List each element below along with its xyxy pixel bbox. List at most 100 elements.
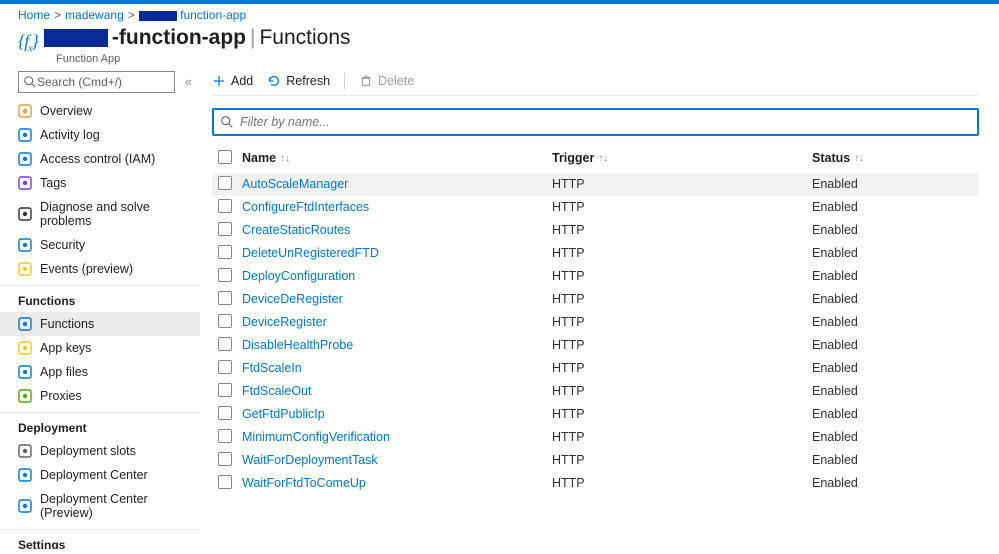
sidebar-item-label: Overview: [40, 104, 92, 118]
row-checkbox[interactable]: [218, 337, 232, 351]
filter-field[interactable]: [240, 115, 971, 129]
row-checkbox[interactable]: [218, 291, 232, 305]
table-row[interactable]: WaitForFtdToComeUpHTTPEnabled: [212, 472, 979, 495]
function-trigger: HTTP: [552, 430, 812, 444]
function-name-link[interactable]: CreateStaticRoutes: [242, 223, 350, 237]
sidebar-item-proxies[interactable]: Proxies: [0, 384, 200, 408]
table-row[interactable]: DisableHealthProbeHTTPEnabled: [212, 334, 979, 357]
function-status: Enabled: [812, 246, 973, 260]
select-all-checkbox[interactable]: [218, 150, 232, 164]
table-row[interactable]: FtdScaleInHTTPEnabled: [212, 357, 979, 380]
breadcrumb-current[interactable]: function-app: [139, 8, 246, 22]
table-row[interactable]: ConfigureFtdInterfacesHTTPEnabled: [212, 196, 979, 219]
table-row[interactable]: AutoScaleManagerHTTPEnabled: [212, 173, 979, 196]
deployment-center-icon: [18, 468, 32, 482]
function-name-link[interactable]: FtdScaleOut: [242, 384, 311, 398]
refresh-button[interactable]: Refresh: [267, 74, 330, 88]
function-name-link[interactable]: WaitForFtdToComeUp: [242, 476, 366, 490]
sidebar-item-functions[interactable]: Functions: [0, 312, 200, 336]
sidebar-item-label: Deployment Center: [40, 468, 148, 482]
function-name-link[interactable]: DeviceRegister: [242, 315, 327, 329]
function-app-icon: {fx}: [18, 31, 38, 55]
app-keys-icon: [18, 341, 32, 355]
function-name-link[interactable]: MinimumConfigVerification: [242, 430, 390, 444]
sidebar-item-diagnose-and-solve-problems[interactable]: Diagnose and solve problems: [0, 195, 200, 233]
sidebar-item-events-preview-[interactable]: Events (preview): [0, 257, 200, 281]
app-files-icon: [18, 365, 32, 379]
row-checkbox[interactable]: [218, 199, 232, 213]
function-name-link[interactable]: ConfigureFtdInterfaces: [242, 200, 369, 214]
table-row[interactable]: FtdScaleOutHTTPEnabled: [212, 380, 979, 403]
row-checkbox[interactable]: [218, 383, 232, 397]
table-row[interactable]: GetFtdPublicIp HTTPEnabled: [212, 403, 979, 426]
search-icon: [220, 115, 234, 129]
function-name-link[interactable]: DeleteUnRegisteredFTD: [242, 246, 379, 260]
row-checkbox[interactable]: [218, 268, 232, 282]
title-divider: |: [250, 26, 255, 50]
row-checkbox[interactable]: [218, 314, 232, 328]
table-row[interactable]: CreateStaticRoutesHTTPEnabled: [212, 219, 979, 242]
sidebar-item-deployment-center[interactable]: Deployment Center: [0, 463, 200, 487]
add-button[interactable]: Add: [212, 74, 253, 88]
row-checkbox[interactable]: [218, 222, 232, 236]
plus-icon: [212, 74, 226, 88]
sidebar-item-label: App files: [40, 365, 88, 379]
function-status: Enabled: [812, 407, 973, 421]
filter-input[interactable]: [212, 108, 979, 136]
sidebar-item-activity-log[interactable]: Activity log: [0, 123, 200, 147]
sidebar-search-placeholder: Search (Cmd+/): [37, 75, 122, 89]
table-row[interactable]: DeleteUnRegisteredFTDHTTPEnabled: [212, 242, 979, 265]
function-name-link[interactable]: DeviceDeRegister: [242, 292, 343, 306]
row-checkbox[interactable]: [218, 406, 232, 420]
function-trigger: HTTP: [552, 407, 812, 421]
table-body: AutoScaleManagerHTTPEnabledConfigureFtdI…: [212, 173, 979, 549]
sidebar-item-overview[interactable]: Overview: [0, 99, 200, 123]
collapse-sidebar-button[interactable]: «: [181, 74, 196, 89]
table-row[interactable]: DeployConfigurationHTTPEnabled: [212, 265, 979, 288]
refresh-icon: [267, 74, 281, 88]
activity-log-icon: [18, 128, 32, 142]
row-checkbox[interactable]: [218, 245, 232, 259]
sidebar-item-app-files[interactable]: App files: [0, 360, 200, 384]
row-checkbox[interactable]: [218, 475, 232, 489]
function-trigger: HTTP: [552, 338, 812, 352]
breadcrumb-parent[interactable]: madewang: [65, 8, 124, 22]
row-checkbox[interactable]: [218, 452, 232, 466]
row-checkbox[interactable]: [218, 360, 232, 374]
sidebar-item-security[interactable]: Security: [0, 233, 200, 257]
sidebar-item-tags[interactable]: Tags: [0, 171, 200, 195]
sidebar-search-input[interactable]: Search (Cmd+/): [18, 71, 175, 93]
sidebar-group-title: Settings: [0, 529, 200, 549]
column-header-status[interactable]: Status↑↓: [812, 151, 973, 165]
sidebar-item-access-control-iam-[interactable]: Access control (IAM): [0, 147, 200, 171]
function-name-link[interactable]: GetFtdPublicIp: [242, 407, 325, 421]
function-trigger: HTTP: [552, 223, 812, 237]
table-row[interactable]: MinimumConfigVerificationHTTPEnabled: [212, 426, 979, 449]
toolbar: Add Refresh Delete: [212, 71, 979, 95]
breadcrumb-current-suffix: function-app: [180, 8, 246, 22]
access-control-icon: [18, 152, 32, 166]
row-checkbox[interactable]: [218, 429, 232, 443]
sidebar: Search (Cmd+/) « Overview Activity logAcc…: [0, 65, 200, 549]
column-header-name[interactable]: Name↑↓: [242, 151, 552, 165]
table-row[interactable]: WaitForDeploymentTaskHTTPEnabled: [212, 449, 979, 472]
deployment-center-preview-icon: [18, 499, 32, 513]
function-name-link[interactable]: DisableHealthProbe: [242, 338, 353, 352]
function-trigger: HTTP: [552, 453, 812, 467]
sidebar-item-deployment-center-preview-[interactable]: Deployment Center (Preview): [0, 487, 200, 525]
function-name-link[interactable]: FtdScaleIn: [242, 361, 302, 375]
function-name-link[interactable]: DeployConfiguration: [242, 269, 355, 283]
delete-button: Delete: [359, 74, 414, 88]
function-name-link[interactable]: WaitForDeploymentTask: [242, 453, 378, 467]
functions-icon: [18, 317, 32, 331]
table-row[interactable]: DeviceDeRegisterHTTPEnabled: [212, 288, 979, 311]
table-row[interactable]: DeviceRegisterHTTPEnabled: [212, 311, 979, 334]
breadcrumb-home[interactable]: Home: [18, 8, 50, 22]
sidebar-item-app-keys[interactable]: App keys: [0, 336, 200, 360]
row-checkbox[interactable]: [218, 176, 232, 190]
function-name-link[interactable]: AutoScaleManager: [242, 177, 348, 191]
sidebar-item-label: Security: [40, 238, 85, 252]
column-header-trigger[interactable]: Trigger↑↓: [552, 151, 812, 165]
sidebar-item-deployment-slots[interactable]: Deployment slots: [0, 439, 200, 463]
sidebar-item-label: Deployment Center (Preview): [40, 492, 190, 520]
